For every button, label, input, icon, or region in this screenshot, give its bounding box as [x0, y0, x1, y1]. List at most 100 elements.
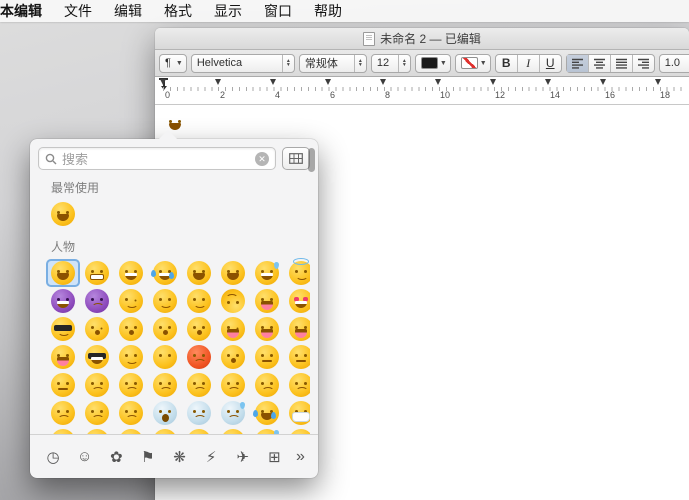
emoji-cell[interactable] [216, 399, 250, 427]
tab-stop-marker[interactable] [325, 79, 331, 85]
emoji-cell[interactable] [80, 427, 114, 434]
emoji-cell[interactable] [46, 427, 80, 434]
align-center-button[interactable] [589, 55, 611, 72]
emoji-cell[interactable] [250, 343, 284, 371]
emoji-cell[interactable] [182, 343, 216, 371]
menu-item-4[interactable]: 显示 [203, 1, 253, 21]
emoji-cell[interactable] [250, 315, 284, 343]
emoji-cell[interactable] [114, 371, 148, 399]
tab-stop-marker[interactable] [270, 79, 276, 85]
emoji-cell[interactable] [216, 371, 250, 399]
emoji-cell[interactable] [80, 399, 114, 427]
menu-item-6[interactable]: 帮助 [303, 1, 353, 21]
background-color-well[interactable]: ▼ [455, 54, 491, 73]
emoji-cell[interactable] [250, 427, 284, 434]
expand-character-viewer-button[interactable] [282, 147, 310, 170]
menu-item-5[interactable]: 窗口 [253, 1, 303, 21]
emoji-cell[interactable] [114, 287, 148, 315]
recents-category-icon[interactable]: ◷ [43, 448, 63, 466]
emoji-cell[interactable] [182, 259, 216, 287]
more-categories-button[interactable]: » [296, 448, 305, 466]
emoji-cell[interactable] [284, 399, 310, 427]
tab-stop-marker[interactable] [545, 79, 551, 85]
emoji-cell[interactable] [80, 371, 114, 399]
font-family-dropdown[interactable]: Helvetica ▲▼ [191, 54, 295, 73]
line-spacing-dropdown[interactable]: 1.0 ▲▼ [659, 54, 689, 73]
menu-item-2[interactable]: 编辑 [103, 1, 153, 21]
emoji-cell[interactable] [80, 287, 114, 315]
emoji-cell[interactable] [284, 287, 310, 315]
nature-category-icon[interactable]: ✿ [106, 448, 126, 466]
emoji-cell[interactable] [46, 287, 80, 315]
emoji-cell[interactable] [216, 315, 250, 343]
emoji-cell[interactable] [284, 427, 310, 434]
emoji-cell[interactable] [114, 399, 148, 427]
emoji-cell[interactable] [250, 259, 284, 287]
font-style-dropdown[interactable]: 常规体 ▲▼ [299, 54, 367, 73]
emoji-cell[interactable] [284, 315, 310, 343]
tab-stop-marker[interactable] [215, 79, 221, 85]
emoji-cell[interactable] [114, 343, 148, 371]
activity-category-icon[interactable]: ⚡ [201, 448, 221, 466]
emoji-cell[interactable] [182, 371, 216, 399]
emoji-cell[interactable] [182, 287, 216, 315]
emoji-cell[interactable] [284, 343, 310, 371]
emoji-cell[interactable] [148, 259, 182, 287]
people-category-icon[interactable]: ☺ [75, 448, 95, 465]
emoji-cell[interactable] [216, 427, 250, 434]
align-left-button[interactable] [567, 55, 589, 72]
symbols-category-icon[interactable]: ⊞ [264, 448, 284, 466]
menu-item-1[interactable]: 文件 [53, 1, 103, 21]
emoji-cell[interactable] [182, 427, 216, 434]
emoji-cell[interactable] [46, 371, 80, 399]
emoji-cell[interactable] [80, 343, 114, 371]
tab-stop-marker[interactable] [600, 79, 606, 85]
emoji-cell[interactable] [80, 315, 114, 343]
underline-button[interactable]: U [540, 55, 561, 72]
title-bar[interactable]: 未命名 2 — 已编辑 [155, 28, 689, 50]
ruler[interactable]: 024681012141618 [155, 77, 689, 105]
emoji-cell[interactable] [114, 315, 148, 343]
emoji-cell[interactable] [182, 315, 216, 343]
emoji-cell[interactable] [148, 287, 182, 315]
bold-button[interactable]: B [496, 55, 518, 72]
emoji-cell[interactable] [182, 399, 216, 427]
tab-stop-marker[interactable] [160, 79, 166, 85]
celebration-category-icon[interactable]: ❋ [170, 448, 190, 466]
paragraph-style-dropdown[interactable]: ¶▼ [159, 54, 187, 73]
flags-category-icon[interactable]: ⚑ [138, 448, 158, 466]
travel-category-icon[interactable]: ✈ [233, 448, 253, 466]
emoji-cell[interactable] [46, 200, 80, 228]
emoji-cell[interactable] [46, 343, 80, 371]
emoji-cell[interactable] [148, 371, 182, 399]
emoji-cell[interactable] [46, 259, 80, 287]
emoji-cell[interactable] [250, 371, 284, 399]
emoji-scroll-area[interactable]: 最常使用 人物 [38, 170, 310, 434]
clear-search-button[interactable]: ✕ [255, 152, 269, 166]
align-right-button[interactable] [633, 55, 654, 72]
scrollbar-thumb[interactable] [308, 148, 315, 172]
emoji-cell[interactable] [216, 287, 250, 315]
tab-stop-marker[interactable] [490, 79, 496, 85]
emoji-cell[interactable] [148, 427, 182, 434]
tab-stop-marker[interactable] [435, 79, 441, 85]
emoji-cell[interactable] [284, 259, 310, 287]
text-color-well[interactable]: ▼ [415, 54, 451, 73]
search-field[interactable]: 搜索 ✕ [38, 147, 276, 170]
emoji-cell[interactable] [216, 259, 250, 287]
emoji-cell[interactable] [250, 287, 284, 315]
emoji-cell[interactable] [216, 343, 250, 371]
emoji-cell[interactable] [148, 343, 182, 371]
emoji-cell[interactable] [114, 427, 148, 434]
emoji-cell[interactable] [46, 399, 80, 427]
emoji-cell[interactable] [114, 259, 148, 287]
align-justify-button[interactable] [611, 55, 633, 72]
italic-button[interactable]: I [518, 55, 540, 72]
emoji-cell[interactable] [284, 371, 310, 399]
tab-stop-marker[interactable] [655, 79, 661, 85]
emoji-cell[interactable] [148, 399, 182, 427]
tab-stop-marker[interactable] [380, 79, 386, 85]
font-size-dropdown[interactable]: 12 ▲▼ [371, 54, 411, 73]
emoji-cell[interactable] [148, 315, 182, 343]
menu-item-0[interactable]: 文本编辑 [0, 1, 53, 21]
